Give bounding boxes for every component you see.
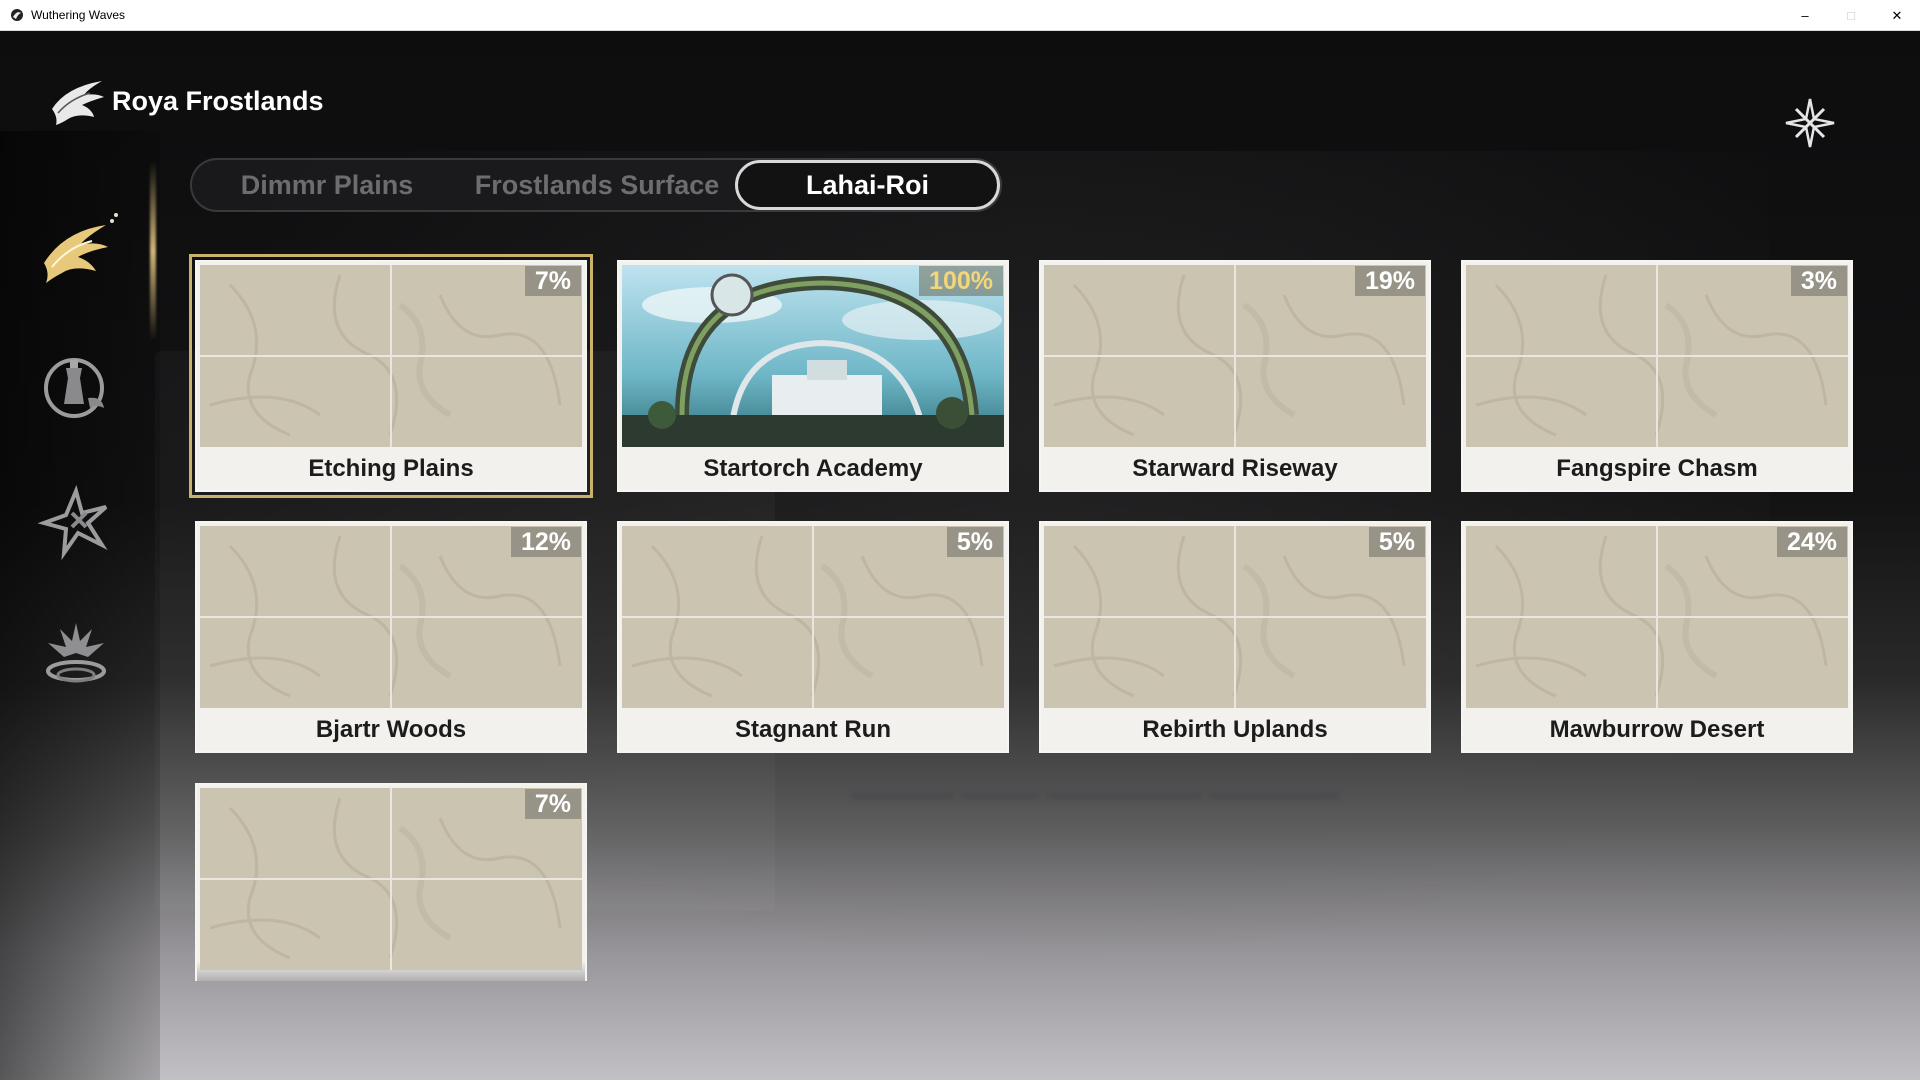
area-name: Bjartr Woods	[315, 715, 467, 743]
game-viewport: ▬▬▬▬ ▬▬▬ ▬▬▬▬▬▬ ▬▬▬▬▬ Roya Frostlands Di…	[0, 31, 1920, 1080]
area-name: Rebirth Uplands	[1142, 715, 1328, 743]
tab-lahai-roi[interactable]: Lahai-Roi	[735, 160, 1000, 210]
exploration-progress-badge: 7%	[524, 789, 581, 819]
tab-frostlands-surface[interactable]: Frostlands Surface	[462, 160, 732, 210]
area-name: Starward Riseway	[1132, 454, 1338, 482]
serpent-crest-emblem-icon	[46, 623, 106, 683]
faction-bird-emblem-icon	[44, 213, 118, 283]
sidebar-item-faction[interactable]	[34, 211, 118, 295]
area-card[interactable]: 19% Starward Riseway	[1039, 260, 1431, 492]
exploration-progress-badge: 5%	[946, 527, 1003, 557]
region-title: Roya Frostlands	[112, 85, 324, 116]
area-card[interactable]: 24% Mawburrow Desert	[1461, 521, 1853, 753]
maximize-button[interactable]: □	[1828, 0, 1874, 31]
sidebar-item-serpent-crest[interactable]	[34, 611, 118, 695]
star-burst-emblem-icon	[37, 484, 108, 561]
exploration-progress-badge: 5%	[1368, 527, 1425, 557]
area-name: Fangspire Chasm	[1556, 454, 1758, 482]
exploration-progress-badge: 100%	[919, 266, 1003, 296]
area-name: Stagnant Run	[735, 715, 891, 743]
exploration-progress-badge: 24%	[1776, 527, 1847, 557]
area-card[interactable]: 7%	[195, 783, 587, 981]
close-map-button[interactable]	[1782, 95, 1838, 151]
close-window-button[interactable]: ✕	[1874, 0, 1920, 31]
sidebar	[0, 131, 160, 1080]
exploration-progress-badge: 19%	[1354, 266, 1425, 296]
subregion-tabs: Dimmr Plains Frostlands Surface Lahai-Ro…	[190, 158, 1002, 212]
area-card[interactable]: 12% Bjartr Woods	[195, 521, 587, 753]
area-name: Etching Plains	[308, 454, 474, 482]
minimize-button[interactable]: –	[1782, 0, 1828, 31]
exploration-progress-badge: 3%	[1790, 266, 1847, 296]
star-close-icon	[1785, 98, 1835, 148]
area-card[interactable]: 3% Fangspire Chasm	[1461, 260, 1853, 492]
bell-tower-emblem-icon	[44, 358, 104, 418]
region-header: Roya Frostlands	[48, 75, 324, 127]
area-name: Startorch Academy	[703, 454, 923, 482]
background-blur: ▬▬▬▬ ▬▬▬ ▬▬▬▬▬▬ ▬▬▬▬▬	[850, 776, 1340, 806]
sidebar-glow	[150, 161, 156, 341]
area-card[interactable]: 5% Rebirth Uplands	[1039, 521, 1431, 753]
exploration-progress-badge: 7%	[524, 266, 581, 296]
sidebar-item-bell-tower[interactable]	[34, 346, 118, 430]
window-titlebar: Wuthering Waves – □ ✕	[0, 0, 1920, 31]
area-card[interactable]: 7% Etching Plains	[189, 254, 593, 498]
sidebar-item-star-burst[interactable]	[34, 481, 118, 565]
tab-dimmr-plains[interactable]: Dimmr Plains	[192, 160, 462, 210]
exploration-progress-badge: 12%	[510, 527, 581, 557]
app-icon	[9, 7, 25, 23]
area-name: Mawburrow Desert	[1549, 715, 1765, 743]
area-card[interactable]: 100% Startorch Academy	[617, 260, 1009, 492]
window-title: Wuthering Waves	[31, 8, 126, 22]
faction-bird-emblem-icon	[52, 81, 104, 125]
area-card[interactable]: 5% Stagnant Run	[617, 521, 1009, 753]
